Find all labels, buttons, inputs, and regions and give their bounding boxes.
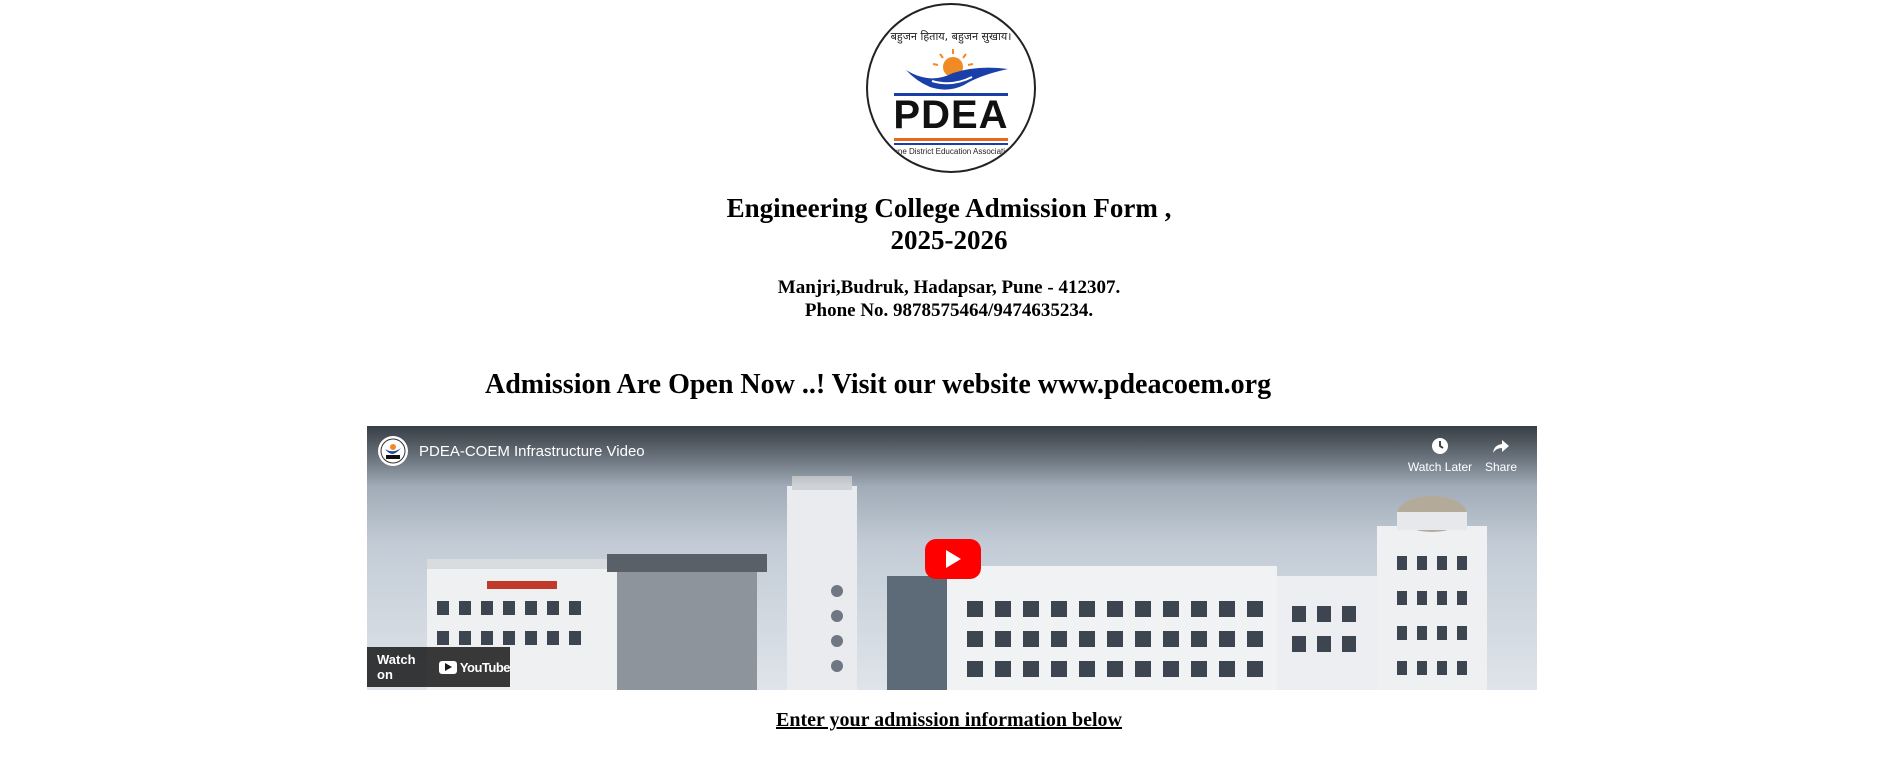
logo-wordmark: PDEA bbox=[893, 93, 1009, 137]
logo-motto: बहुजन हिताय, बहुजन सुखाय। bbox=[890, 30, 1012, 43]
page-title: Engineering College Admission Form , 202… bbox=[0, 192, 1898, 256]
logo-emblem: बहुजन हिताय, बहुजन सुखाय। PDEA Pune Dist… bbox=[866, 3, 1036, 173]
phone-line: Phone No. 9878575464/9474635234. bbox=[804, 300, 1094, 321]
embedded-video[interactable]: PDEA-COEM Infrastructure Video Watch Lat… bbox=[367, 426, 1537, 690]
watch-on-youtube-button[interactable]: Watch on YouTube bbox=[367, 647, 511, 687]
play-icon bbox=[946, 550, 961, 568]
address-line: Manjri,Budruk, Hadapsar, Pune - 412307. bbox=[777, 277, 1121, 298]
share-button[interactable]: Share bbox=[1466, 436, 1536, 474]
logo-subtitle: Pune District Education Association bbox=[888, 147, 1014, 156]
pdea-logo: बहुजन हिताय, बहुजन सुखाय। PDEA Pune Dist… bbox=[866, 3, 1036, 173]
logo-rule bbox=[894, 143, 1008, 145]
play-button[interactable] bbox=[925, 539, 981, 579]
share-arrow-icon bbox=[1493, 440, 1509, 453]
admission-banner: Admission Are Open Now ..! Visit our web… bbox=[485, 369, 1272, 400]
youtube-wordmark: YouTube bbox=[459, 659, 511, 675]
watch-later-label: Watch Later bbox=[1407, 460, 1473, 474]
video-title[interactable]: PDEA-COEM Infrastructure Video bbox=[419, 443, 645, 460]
share-label: Share bbox=[1484, 460, 1518, 474]
logo-rule bbox=[894, 138, 1008, 141]
clock-icon bbox=[1432, 438, 1448, 454]
title-line-1: Engineering College Admission Form , bbox=[726, 193, 1172, 223]
college-address: Manjri,Budruk, Hadapsar, Pune - 412307. … bbox=[0, 276, 1898, 322]
title-line-2: 2025-2026 bbox=[890, 225, 1008, 255]
watch-later-button[interactable]: Watch Later bbox=[1405, 436, 1475, 474]
youtube-logo: YouTube bbox=[438, 659, 511, 675]
pdea-mini-logo-icon bbox=[380, 438, 406, 464]
form-intro-heading: Enter your admission information below bbox=[776, 709, 1122, 731]
channel-avatar[interactable] bbox=[378, 436, 408, 466]
youtube-play-icon bbox=[438, 660, 457, 674]
watch-on-label: Watch on bbox=[377, 652, 416, 682]
